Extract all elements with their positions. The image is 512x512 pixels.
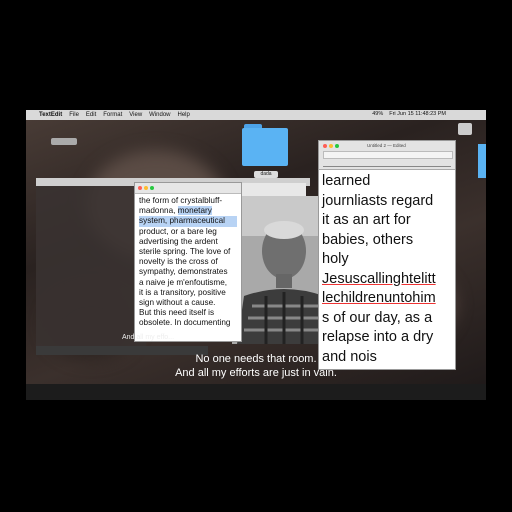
text-line: relapse into a dry bbox=[322, 329, 434, 345]
menu-window[interactable]: Window bbox=[149, 112, 170, 118]
menu-format[interactable]: Format bbox=[103, 112, 122, 118]
document-text[interactable]: learned journliasts regard it as an art … bbox=[319, 170, 455, 369]
text-line: learned bbox=[322, 173, 371, 189]
text-line-selected: system, pharmaceutical bbox=[139, 216, 237, 227]
zoom-icon[interactable] bbox=[150, 186, 154, 190]
background-window bbox=[36, 186, 146, 346]
ruler[interactable] bbox=[323, 160, 451, 167]
menu-edit[interactable]: Edit bbox=[86, 112, 96, 118]
zoom-icon[interactable] bbox=[335, 144, 339, 148]
text-line: journliasts regard bbox=[322, 192, 434, 209]
dock-strip bbox=[26, 384, 486, 400]
folder-icon[interactable] bbox=[242, 124, 288, 166]
subtitle-line-2: And all my efforts are just in vain. bbox=[175, 367, 337, 379]
text-line: But this need itself is bbox=[139, 308, 215, 318]
desktop-item-badge[interactable] bbox=[51, 138, 77, 145]
text-line-misspelled: Jesuscallinghtelitt bbox=[322, 270, 436, 287]
embedded-subtitle: And all my effo... bbox=[122, 334, 175, 341]
video-subtitles: No one needs that room. And all my effor… bbox=[0, 352, 512, 380]
menu-file[interactable]: File bbox=[69, 112, 79, 118]
text-line: s of our day, as a bbox=[322, 309, 433, 326]
text-line: a naive je m'enfoutisme, bbox=[139, 277, 228, 287]
window-toolbar[interactable]: Untitled 2 — Edited bbox=[319, 141, 455, 170]
text-line: babies, others bbox=[322, 231, 414, 248]
text-line: holy bbox=[322, 251, 349, 267]
text-line: it is a transitory, positive bbox=[139, 287, 226, 297]
textedit-window-right[interactable]: Untitled 2 — Edited learned journliasts … bbox=[318, 140, 456, 370]
menu-help[interactable]: Help bbox=[178, 112, 190, 118]
menu-view[interactable]: View bbox=[129, 112, 142, 118]
minimize-icon[interactable] bbox=[329, 144, 333, 148]
close-icon[interactable] bbox=[323, 144, 327, 148]
window-thumbnail[interactable] bbox=[458, 123, 472, 135]
folder-icon[interactable] bbox=[478, 144, 486, 178]
minimize-icon[interactable] bbox=[144, 186, 148, 190]
text-line: sterile spring. The love of bbox=[139, 247, 231, 257]
text-line: product, or a bare leg bbox=[139, 226, 217, 236]
folder-label[interactable]: dada bbox=[254, 171, 278, 178]
mac-menubar: TextEdit File Edit Format View Window He… bbox=[26, 110, 486, 120]
menubar-clock[interactable]: Fri Jun 15 11:48:23 PM bbox=[389, 111, 446, 117]
battery-status[interactable]: 49% bbox=[372, 111, 383, 117]
text-line: sign without a cause. bbox=[139, 298, 216, 308]
close-icon[interactable] bbox=[138, 186, 142, 190]
subtitle-line-1: No one needs that room. bbox=[195, 353, 317, 365]
window-title: Untitled 2 — Edited bbox=[367, 143, 406, 148]
selected-text: monetary bbox=[177, 206, 212, 216]
textedit-window-left[interactable]: the form of crystalbluff- madonna, monet… bbox=[134, 182, 242, 342]
text-line: sympathy, demonstrates bbox=[139, 267, 228, 277]
window-titlebar[interactable] bbox=[135, 183, 241, 194]
text-line: advertising the ardent bbox=[139, 236, 218, 246]
text-line-misspelled: lechildrenuntohim bbox=[322, 290, 436, 306]
text-line: the form of crystalbluff- bbox=[139, 196, 223, 205]
text-line: obsolete. In documenting bbox=[139, 318, 231, 328]
text-line: it as an art for bbox=[322, 212, 411, 228]
format-bar[interactable] bbox=[323, 151, 453, 159]
menu-app-name[interactable]: TextEdit bbox=[39, 112, 62, 118]
text-line: novelty is the cross of bbox=[139, 257, 218, 267]
document-text[interactable]: the form of crystalbluff- madonna, monet… bbox=[135, 194, 241, 331]
text-line: madonna, monetary bbox=[139, 206, 212, 216]
